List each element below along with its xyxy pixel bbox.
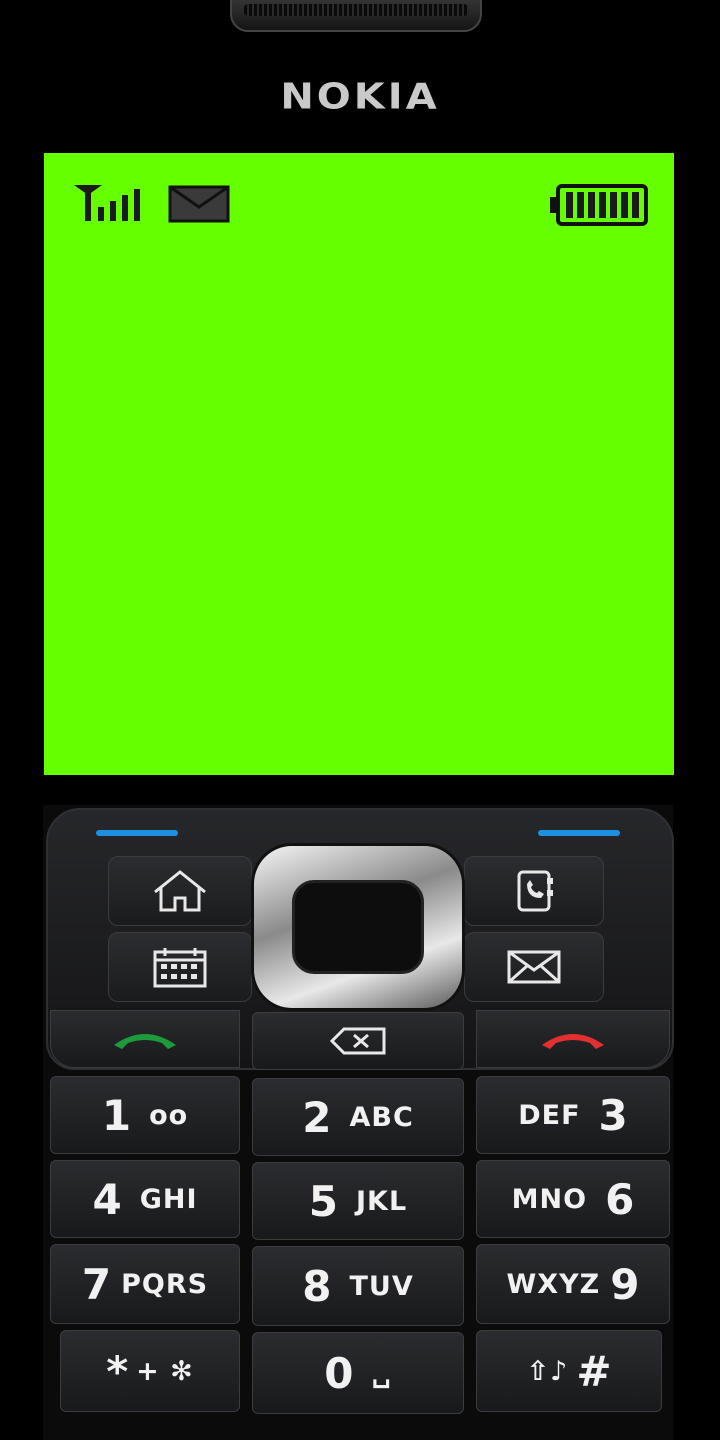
- center-select-button[interactable]: [292, 880, 424, 974]
- key-digit: 9: [610, 1259, 640, 1309]
- key-digit: 2: [302, 1092, 332, 1142]
- key-5[interactable]: 5 JKL: [252, 1162, 464, 1240]
- earpiece-speaker: [230, 0, 482, 32]
- key-letters: MNO: [511, 1183, 588, 1215]
- end-call-key[interactable]: [476, 1010, 670, 1068]
- shift-music-icon: ⇧♪: [526, 1355, 569, 1387]
- contacts-key[interactable]: [464, 856, 604, 926]
- key-letters: GHI: [139, 1183, 198, 1215]
- key-digit: 7: [81, 1259, 112, 1309]
- key-7[interactable]: 7 PQRS: [50, 1244, 240, 1324]
- contacts-phone-icon: [517, 870, 553, 912]
- space-icon: ␣: [371, 1357, 392, 1389]
- calendar-icon: [153, 948, 207, 988]
- messages-key[interactable]: [464, 932, 604, 1002]
- key-letters: PQRS: [121, 1268, 209, 1300]
- phone-screen: [44, 153, 674, 775]
- red-end-call-icon: [542, 1034, 604, 1049]
- brand-logo: NOKIA: [280, 76, 440, 118]
- key-star[interactable]: * + ✻: [60, 1330, 240, 1412]
- key-0[interactable]: 0 ␣: [252, 1332, 464, 1414]
- envelope-icon: [507, 950, 561, 984]
- call-key[interactable]: [50, 1010, 240, 1068]
- voicemail-icon: oo: [149, 1099, 189, 1131]
- key-2[interactable]: 2 ABC: [252, 1078, 464, 1156]
- key-digit: *: [106, 1346, 129, 1396]
- key-letters: WXYZ: [506, 1268, 601, 1300]
- key-hash[interactable]: ⇧♪ #: [476, 1330, 662, 1412]
- key-digit: 4: [92, 1174, 122, 1224]
- left-softkey-indicator: [96, 830, 178, 836]
- clear-key[interactable]: [252, 1012, 464, 1070]
- home-icon: [154, 870, 206, 912]
- backspace-icon: [329, 1027, 386, 1055]
- key-digit: 0: [324, 1348, 354, 1398]
- key-digit: 5: [308, 1176, 339, 1226]
- bluetooth-icon: + ✻: [136, 1355, 194, 1387]
- key-digit: 3: [598, 1090, 628, 1140]
- key-3[interactable]: DEF 3: [476, 1076, 670, 1154]
- key-1[interactable]: 1 oo: [50, 1076, 240, 1154]
- key-digit: 6: [605, 1174, 635, 1224]
- right-softkey-indicator: [538, 830, 620, 836]
- battery-full-icon: [550, 184, 648, 226]
- home-key[interactable]: [108, 856, 252, 926]
- key-letters: DEF: [518, 1099, 581, 1131]
- key-letters: TUV: [349, 1270, 414, 1302]
- key-6[interactable]: MNO 6: [476, 1160, 670, 1238]
- signal-antenna-icon: [74, 185, 140, 221]
- key-4[interactable]: 4 GHI: [50, 1160, 240, 1238]
- key-digit: 1: [101, 1090, 132, 1140]
- calendar-key[interactable]: [108, 932, 252, 1002]
- key-digit: #: [576, 1346, 612, 1396]
- envelope-icon: [168, 185, 230, 223]
- key-digit: 8: [302, 1261, 332, 1311]
- key-9[interactable]: WXYZ 9: [476, 1244, 670, 1324]
- key-letters: ABC: [349, 1101, 414, 1133]
- key-letters: JKL: [356, 1185, 408, 1217]
- green-call-icon: [114, 1034, 176, 1049]
- key-8[interactable]: 8 TUV: [252, 1246, 464, 1326]
